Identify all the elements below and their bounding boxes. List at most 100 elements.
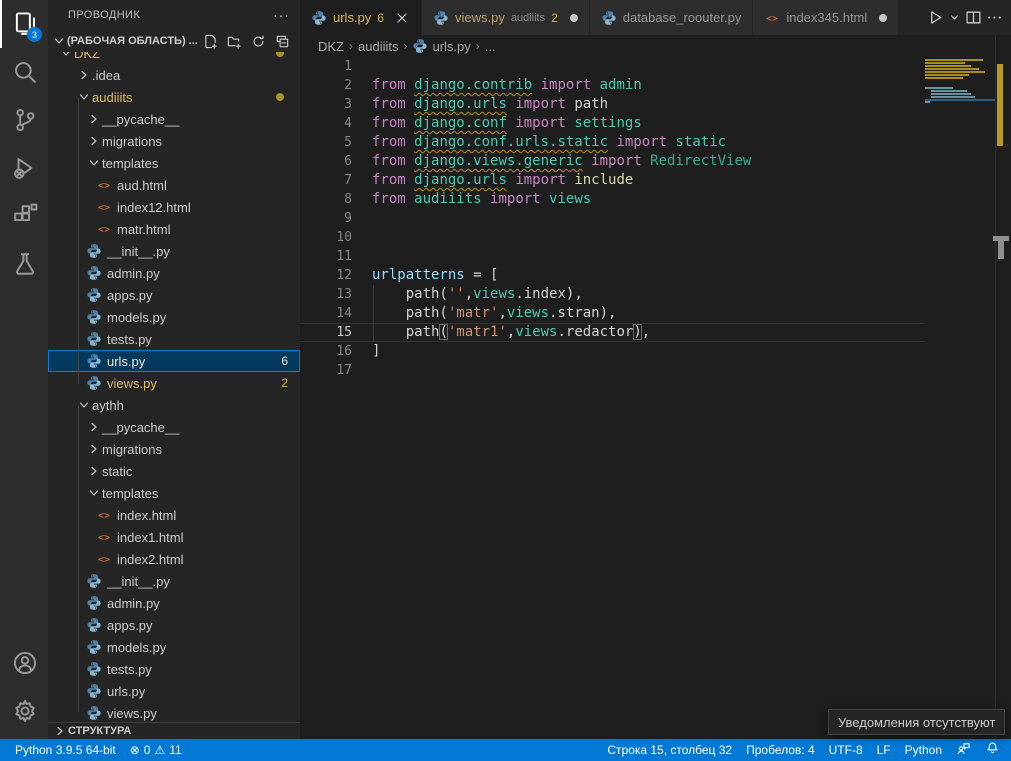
line-number[interactable]: 10 [300, 228, 352, 247]
run-button[interactable] [927, 9, 944, 26]
tree-item-templates[interactable]: templates [48, 482, 300, 504]
activity-item-explorer[interactable]: 3 [0, 0, 48, 48]
feedback-button[interactable] [949, 739, 978, 761]
collapse-all-icon[interactable] [275, 34, 290, 49]
tree-item--pycache-[interactable]: __pycache__ [48, 108, 300, 130]
line-number[interactable]: 16 [300, 342, 352, 361]
code-line-17[interactable]: 17 [300, 361, 925, 380]
code-line-15[interactable]: 15 path('matr1',views.redactor), [300, 323, 925, 342]
dirty-dot-icon[interactable] [570, 14, 578, 22]
activity-item-search[interactable] [0, 48, 48, 96]
breadcrumb-item[interactable]: urls.py [432, 39, 470, 54]
tree-item-templates[interactable]: templates [48, 152, 300, 174]
workspace-section-header[interactable]: (РАБОЧАЯ ОБЛАСТЬ) ... [48, 30, 300, 52]
tree-item--init-py[interactable]: __init__.py [48, 240, 300, 262]
code-line-5[interactable]: 5from django.conf.urls.static import sta… [300, 133, 925, 152]
code-line-10[interactable]: 10 [300, 228, 925, 247]
dirty-dot-icon[interactable] [879, 14, 887, 22]
code-line-16[interactable]: 16] [300, 342, 925, 361]
outline-section-header[interactable]: СТРУКТУРА [48, 722, 300, 739]
code-line-2[interactable]: 2from django.contrib import admin [300, 76, 925, 95]
new-file-icon[interactable] [203, 34, 218, 49]
tree-item-tests-py[interactable]: tests.py [48, 658, 300, 680]
status-eol[interactable]: LF [870, 739, 898, 761]
activity-item-account[interactable] [0, 639, 48, 687]
tree-item-index1-html[interactable]: <>index1.html [48, 526, 300, 548]
tree-item-apps-py[interactable]: apps.py [48, 284, 300, 306]
tree-item-migrations[interactable]: migrations [48, 130, 300, 152]
tree-item-views-py[interactable]: views.py [48, 702, 300, 722]
line-number[interactable]: 7 [300, 171, 352, 190]
refresh-icon[interactable] [251, 34, 266, 49]
line-number[interactable]: 9 [300, 209, 352, 228]
split-editor-button[interactable] [965, 9, 982, 26]
code-line-3[interactable]: 3from django.urls import path [300, 95, 925, 114]
tab-views-py[interactable]: views.pyaudiiits2 [422, 0, 590, 35]
line-number[interactable]: 15 [300, 323, 352, 342]
activity-item-extensions[interactable] [0, 192, 48, 240]
line-number[interactable]: 17 [300, 361, 352, 380]
breadcrumb-item[interactable]: DKZ [318, 39, 344, 54]
tree-item-apps-py[interactable]: apps.py [48, 614, 300, 636]
status-python-version[interactable]: Python 3.9.5 64-bit [8, 739, 123, 761]
notifications-bell-button[interactable] [978, 739, 1007, 761]
activity-item-source-control[interactable] [0, 96, 48, 144]
tree-item-migrations[interactable]: migrations [48, 438, 300, 460]
line-number[interactable]: 8 [300, 190, 352, 209]
status-problems[interactable]: ⊗0⚠11 [123, 739, 189, 761]
status-cursor-position[interactable]: Строка 15, столбец 32 [600, 739, 739, 761]
tree-item--pycache-[interactable]: __pycache__ [48, 416, 300, 438]
code-line-14[interactable]: 14 path('matr',views.stran), [300, 304, 925, 323]
line-number[interactable]: 3 [300, 95, 352, 114]
tree-item-models-py[interactable]: models.py [48, 306, 300, 328]
status-encoding[interactable]: UTF-8 [822, 739, 870, 761]
new-folder-icon[interactable] [227, 34, 242, 49]
more-actions-button[interactable] [986, 9, 1003, 26]
code-editor[interactable]: 12from django.contrib import admin3from … [300, 57, 925, 380]
tree-item-admin-py[interactable]: admin.py [48, 262, 300, 284]
activity-item-testing[interactable] [0, 240, 48, 288]
breadcrumb-item[interactable]: ... [485, 39, 496, 54]
close-icon[interactable] [394, 10, 410, 26]
tree-item--idea[interactable]: .idea [48, 64, 300, 86]
tree-item--init-py[interactable]: __init__.py [48, 570, 300, 592]
tree-item-index12-html[interactable]: <>index12.html [48, 196, 300, 218]
minimap[interactable] [925, 57, 995, 739]
code-line-4[interactable]: 4from django.conf import settings [300, 114, 925, 133]
status-indentation[interactable]: Пробелов: 4 [739, 739, 822, 761]
tree-item-dkz[interactable]: DKZ [48, 52, 300, 64]
tree-item-audiiits[interactable]: audiiits [48, 86, 300, 108]
code-line-11[interactable]: 11 [300, 247, 925, 266]
tree-item-index-html[interactable]: <>index.html [48, 504, 300, 526]
tree-item-models-py[interactable]: models.py [48, 636, 300, 658]
tab-index345-html[interactable]: <>index345.html [753, 0, 899, 35]
code-line-12[interactable]: 12urlpatterns = [ [300, 266, 925, 285]
tree-item-matr-html[interactable]: <>matr.html [48, 218, 300, 240]
code-line-7[interactable]: 7from django.urls import include [300, 171, 925, 190]
code-line-8[interactable]: 8from audiiits import views [300, 190, 925, 209]
line-number[interactable]: 14 [300, 304, 352, 323]
line-number[interactable]: 12 [300, 266, 352, 285]
status-language[interactable]: Python [898, 739, 949, 761]
activity-item-run-debug[interactable] [0, 144, 48, 192]
tree-item-static[interactable]: static [48, 460, 300, 482]
tab-database-roouter-py[interactable]: database_roouter.py [590, 0, 754, 35]
line-number[interactable]: 1 [300, 57, 352, 76]
tree-item-index2-html[interactable]: <>index2.html [48, 548, 300, 570]
code-line-13[interactable]: 13 path('',views.index), [300, 285, 925, 304]
line-number[interactable]: 13 [300, 285, 352, 304]
tree-item-aud-html[interactable]: <>aud.html [48, 174, 300, 196]
activity-item-settings[interactable] [0, 687, 48, 735]
code-line-9[interactable]: 9 [300, 209, 925, 228]
line-number[interactable]: 6 [300, 152, 352, 171]
tree-item-aythh[interactable]: aythh [48, 394, 300, 416]
line-number[interactable]: 2 [300, 76, 352, 95]
line-number[interactable]: 4 [300, 114, 352, 133]
tree-item-tests-py[interactable]: tests.py [48, 328, 300, 350]
code-line-1[interactable]: 1 [300, 57, 925, 76]
breadcrumb-item[interactable]: audiiits [358, 39, 398, 54]
tree-item-views-py[interactable]: views.py2 [48, 372, 300, 394]
tree-item-admin-py[interactable]: admin.py [48, 592, 300, 614]
sidebar-more-actions-icon[interactable]: ··· [273, 7, 290, 23]
line-number[interactable]: 11 [300, 247, 352, 266]
